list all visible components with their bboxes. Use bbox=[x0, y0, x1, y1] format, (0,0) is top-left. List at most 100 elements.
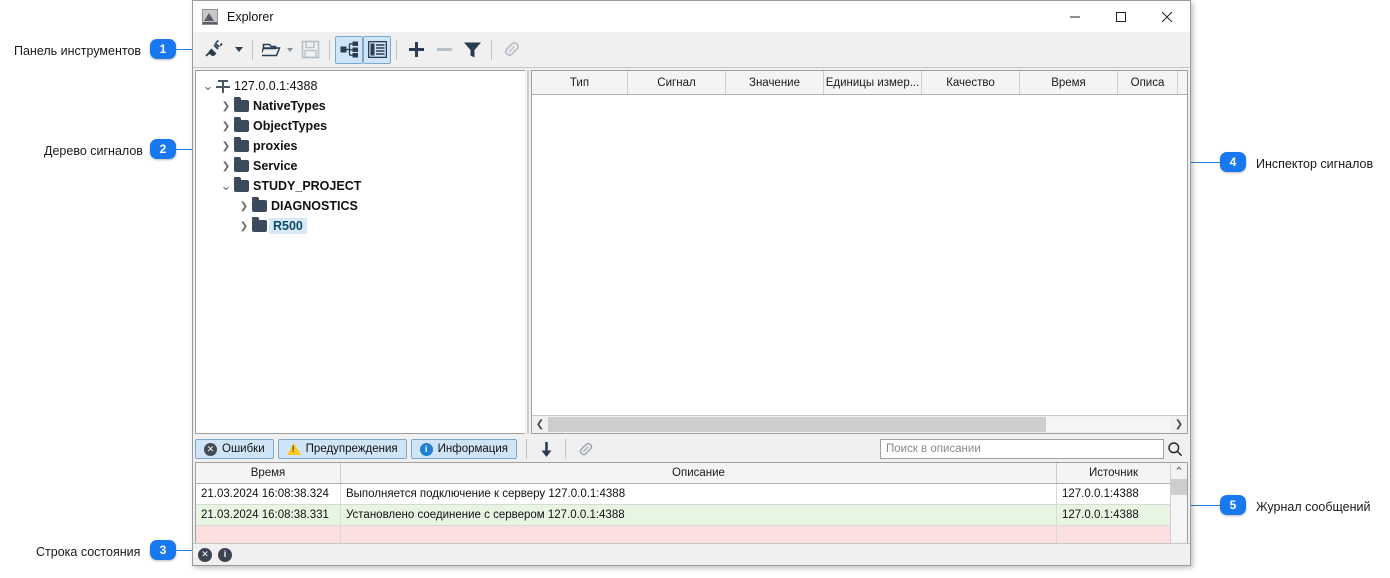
callout-badge-1: 1 bbox=[150, 39, 176, 59]
tree-node-proxies[interactable]: ❯ proxies bbox=[196, 136, 525, 156]
filter-button[interactable] bbox=[458, 36, 486, 64]
folder-icon bbox=[234, 177, 249, 192]
callout-badge-2: 2 bbox=[150, 139, 176, 159]
column-header-description[interactable]: Описа bbox=[1118, 71, 1178, 94]
filter-errors-label: Ошибки bbox=[222, 443, 265, 455]
folder-icon bbox=[252, 197, 267, 212]
chevron-right-icon[interactable]: ❯ bbox=[218, 161, 234, 172]
add-button[interactable] bbox=[402, 36, 430, 64]
inspector-rows[interactable] bbox=[532, 95, 1187, 415]
column-header-signal[interactable]: Сигнал bbox=[628, 71, 726, 94]
connect-button[interactable] bbox=[200, 36, 234, 64]
info-icon: i bbox=[419, 442, 433, 456]
folder-icon bbox=[234, 137, 249, 152]
main-split: ⌄ 127.0.0.1:4388 ❯ NativeTypes ❯ ObjectT… bbox=[193, 68, 1190, 434]
server-icon bbox=[216, 79, 230, 93]
main-toolbar bbox=[193, 32, 1190, 68]
scroll-right-icon[interactable]: ❯ bbox=[1171, 417, 1187, 433]
status-bar: ✕ i bbox=[193, 543, 1190, 565]
signal-tree-panel[interactable]: ⌄ 127.0.0.1:4388 ❯ NativeTypes ❯ ObjectT… bbox=[195, 70, 525, 434]
column-header-type[interactable]: Тип bbox=[532, 71, 628, 94]
search-icon[interactable] bbox=[1164, 439, 1186, 460]
close-icon[interactable] bbox=[1144, 1, 1190, 32]
tree-node-label: NativeTypes bbox=[253, 99, 326, 113]
link-button[interactable] bbox=[497, 36, 525, 64]
warning-icon bbox=[286, 443, 301, 455]
signal-tree: ⌄ 127.0.0.1:4388 ❯ NativeTypes ❯ ObjectT… bbox=[196, 71, 525, 236]
callout-label-1: Панель инструментов bbox=[14, 44, 142, 58]
log-toolbar: ✕ Ошибки Предупреждения i Информация bbox=[195, 436, 1188, 462]
tree-node-label: Service bbox=[253, 159, 298, 173]
search-input[interactable]: Поиск в описании bbox=[880, 439, 1164, 459]
hscroll-thumb[interactable] bbox=[548, 417, 1047, 432]
open-dropdown-icon[interactable] bbox=[287, 47, 293, 52]
callout-label-5: Журнал сообщений bbox=[1256, 500, 1371, 514]
tree-node-label: R500 bbox=[269, 218, 307, 234]
title-bar: Explorer bbox=[193, 1, 1190, 32]
callout-label-4: Инспектор сигналов bbox=[1256, 157, 1374, 171]
filter-errors-button[interactable]: ✕ Ошибки bbox=[195, 439, 274, 459]
open-button[interactable] bbox=[258, 36, 286, 64]
scroll-up-icon[interactable]: ⌃ bbox=[1171, 463, 1187, 479]
log-cell-source: 127.0.0.1:4388 bbox=[1062, 509, 1139, 521]
callout-badge-3: 3 bbox=[150, 540, 176, 560]
column-header-quality[interactable]: Качество bbox=[922, 71, 1020, 94]
scroll-to-bottom-button[interactable] bbox=[532, 435, 560, 463]
filter-info-label: Информация bbox=[437, 443, 509, 455]
save-button[interactable] bbox=[296, 36, 324, 64]
vscroll-thumb[interactable] bbox=[1171, 479, 1187, 495]
scroll-left-icon[interactable]: ❮ bbox=[532, 417, 548, 433]
window-controls bbox=[1052, 1, 1190, 32]
connect-dropdown-icon[interactable] bbox=[235, 47, 243, 52]
screenshot-root: Панель инструментов 1 Дерево сигналов 2 … bbox=[0, 0, 1390, 578]
message-log-panel: ✕ Ошибки Предупреждения i Информация bbox=[195, 436, 1188, 558]
chevron-right-icon[interactable]: ❯ bbox=[218, 141, 234, 152]
toolbar-separator bbox=[329, 39, 330, 60]
tree-node-service[interactable]: ❯ Service bbox=[196, 156, 525, 176]
signal-inspector-panel[interactable]: Тип Сигнал Значение Единицы измер... Кач… bbox=[531, 70, 1188, 434]
list-view-button[interactable] bbox=[363, 35, 391, 64]
inspector-header: Тип Сигнал Значение Единицы измер... Кач… bbox=[532, 71, 1187, 95]
column-header-units[interactable]: Единицы измер... bbox=[824, 71, 922, 94]
maximize-icon[interactable] bbox=[1098, 1, 1144, 32]
column-header-time[interactable]: Время bbox=[1020, 71, 1118, 94]
tree-node-diagnostics[interactable]: ❯ DIAGNOSTICS bbox=[196, 196, 525, 216]
toolbar-separator bbox=[396, 39, 397, 60]
vscroll-track[interactable] bbox=[1171, 479, 1187, 541]
tree-node-objecttypes[interactable]: ❯ ObjectTypes bbox=[196, 116, 525, 136]
tree-node-r500[interactable]: ❯ R500 bbox=[196, 216, 525, 236]
inspector-hscrollbar[interactable]: ❮ ❯ bbox=[532, 415, 1187, 433]
log-cell-source: 127.0.0.1:4388 bbox=[1062, 488, 1139, 500]
log-column-header-description[interactable]: Описание bbox=[341, 463, 1057, 483]
chevron-right-icon[interactable]: ❯ bbox=[236, 201, 252, 212]
filter-info-button[interactable]: i Информация bbox=[410, 439, 518, 459]
log-column-header-source[interactable]: Источник bbox=[1057, 463, 1170, 483]
minimize-icon[interactable] bbox=[1052, 1, 1098, 32]
chevron-right-icon[interactable]: ❯ bbox=[218, 121, 234, 132]
app-icon bbox=[202, 8, 218, 25]
log-column-header-time[interactable]: Время bbox=[196, 463, 341, 483]
chevron-down-icon[interactable]: ⌄ bbox=[200, 79, 216, 92]
filter-warnings-label: Предупреждения bbox=[305, 443, 398, 455]
chevron-right-icon[interactable]: ❯ bbox=[236, 221, 252, 232]
toolbar-separator bbox=[491, 39, 492, 60]
chevron-right-icon[interactable]: ❯ bbox=[218, 101, 234, 112]
tree-view-button[interactable] bbox=[335, 35, 363, 64]
log-cell-time: 21.03.2024 16:08:38.324 bbox=[196, 484, 341, 504]
tree-node-server[interactable]: ⌄ 127.0.0.1:4388 bbox=[196, 76, 525, 96]
callout-badge-4: 4 bbox=[1220, 152, 1246, 172]
table-row[interactable]: 21.03.2024 16:08:38.324 Выполняется подк… bbox=[196, 484, 1170, 505]
callout-label-3: Строка состояния bbox=[36, 545, 141, 559]
remove-button[interactable] bbox=[430, 36, 458, 64]
chevron-down-icon[interactable]: ⌄ bbox=[218, 179, 234, 192]
filter-warnings-button[interactable]: Предупреждения bbox=[277, 439, 407, 459]
status-info-icon[interactable]: i bbox=[218, 547, 232, 562]
hscroll-track[interactable] bbox=[548, 417, 1171, 432]
tree-node-label: DIAGNOSTICS bbox=[271, 199, 358, 213]
clear-log-button[interactable] bbox=[571, 435, 599, 463]
tree-node-nativetypes[interactable]: ❯ NativeTypes bbox=[196, 96, 525, 116]
status-error-icon[interactable]: ✕ bbox=[198, 547, 212, 562]
column-header-value[interactable]: Значение bbox=[726, 71, 824, 94]
tree-node-study-project[interactable]: ⌄ STUDY_PROJECT bbox=[196, 176, 525, 196]
table-row[interactable]: 21.03.2024 16:08:38.331 Установлено соед… bbox=[196, 505, 1170, 526]
